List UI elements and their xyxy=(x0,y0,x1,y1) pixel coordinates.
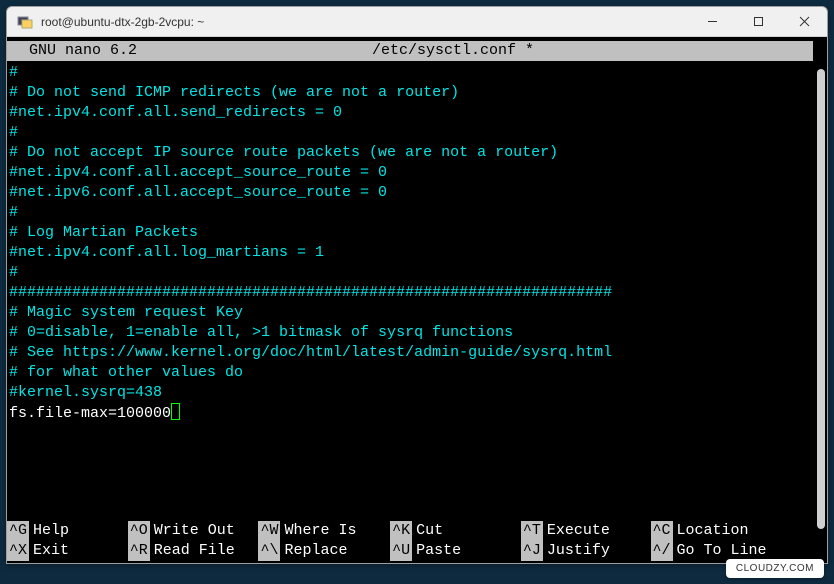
shortcut-item: ^GHelp xyxy=(7,521,128,541)
terminal[interactable]: GNU nano 6.2 /etc/sysctl.conf * ## Do no… xyxy=(7,37,827,563)
shortcut-key: ^X xyxy=(7,541,29,561)
shortcut-label: Cut xyxy=(412,521,443,541)
shortcut-key: ^R xyxy=(128,541,150,561)
shortcut-key: ^G xyxy=(7,521,29,541)
titlebar[interactable]: root@ubuntu-dtx-2gb-2vcpu: ~ xyxy=(7,7,827,37)
editor-line: #net.ipv4.conf.all.log_martians = 1 xyxy=(9,243,813,263)
editor-line: # Magic system request Key xyxy=(9,303,813,323)
editor-line: # Do not accept IP source route packets … xyxy=(9,143,813,163)
editor-line: # xyxy=(9,63,813,83)
shortcut-key: ^W xyxy=(258,521,280,541)
window-controls xyxy=(689,7,827,36)
editor-line: # Do not send ICMP redirects (we are not… xyxy=(9,83,813,103)
editor-line: fs.file-max=100000 xyxy=(9,403,813,424)
putty-icon xyxy=(17,14,33,30)
nano-shortcuts: ^GHelp^OWrite Out^WWhere Is^KCut^TExecut… xyxy=(7,521,799,561)
editor-line: # for what other values do xyxy=(9,363,813,383)
shortcut-key: ^C xyxy=(651,521,673,541)
shortcut-key: ^O xyxy=(128,521,150,541)
nano-file-label: /etc/sysctl.conf * xyxy=(137,41,769,61)
shortcut-key: ^T xyxy=(521,521,543,541)
nano-app-label: GNU nano 6.2 xyxy=(11,41,137,61)
shortcut-item: ^TExecute xyxy=(521,521,651,541)
editor-line: # xyxy=(9,203,813,223)
editor-content[interactable]: ## Do not send ICMP redirects (we are no… xyxy=(7,61,813,424)
editor-line: # Log Martian Packets xyxy=(9,223,813,243)
window-title: root@ubuntu-dtx-2gb-2vcpu: ~ xyxy=(41,15,689,29)
scroll-thumb[interactable] xyxy=(817,69,825,529)
close-button[interactable] xyxy=(781,7,827,36)
shortcut-label: Read File xyxy=(150,541,235,561)
cursor xyxy=(171,403,180,420)
shortcut-label: Location xyxy=(673,521,749,541)
shortcut-key: ^U xyxy=(390,541,412,561)
shortcut-item: ^KCut xyxy=(390,521,521,541)
shortcut-key: ^K xyxy=(390,521,412,541)
editor-line: #net.ipv4.conf.all.accept_source_route =… xyxy=(9,163,813,183)
scrollbar[interactable] xyxy=(815,41,825,559)
shortcut-label: Where Is xyxy=(280,521,356,541)
shortcut-label: Justify xyxy=(543,541,610,561)
editor-line: ########################################… xyxy=(9,283,813,303)
shortcut-item: ^XExit xyxy=(7,541,128,561)
shortcut-label: Write Out xyxy=(150,521,235,541)
shortcut-item: ^OWrite Out xyxy=(128,521,259,541)
maximize-button[interactable] xyxy=(735,7,781,36)
editor-line: #kernel.sysrq=438 xyxy=(9,383,813,403)
minimize-button[interactable] xyxy=(689,7,735,36)
shortcut-item: ^WWhere Is xyxy=(258,521,390,541)
editor-line: # 0=disable, 1=enable all, >1 bitmask of… xyxy=(9,323,813,343)
watermark: CLOUDZY.COM xyxy=(726,559,824,578)
shortcut-item: ^\Replace xyxy=(258,541,390,561)
shortcut-label: Go To Line xyxy=(673,541,767,561)
shortcut-key: ^/ xyxy=(651,541,673,561)
shortcut-item: ^CLocation xyxy=(651,521,800,541)
shortcut-label: Help xyxy=(29,521,69,541)
shortcut-label: Paste xyxy=(412,541,461,561)
shortcut-item: ^JJustify xyxy=(521,541,651,561)
shortcut-item: ^RRead File xyxy=(128,541,259,561)
shortcut-item: ^UPaste xyxy=(390,541,521,561)
shortcut-label: Exit xyxy=(29,541,69,561)
nano-header: GNU nano 6.2 /etc/sysctl.conf * xyxy=(7,41,813,61)
editor-line: # xyxy=(9,123,813,143)
editor-line: #net.ipv4.conf.all.send_redirects = 0 xyxy=(9,103,813,123)
editor-line: # See https://www.kernel.org/doc/html/la… xyxy=(9,343,813,363)
putty-window: root@ubuntu-dtx-2gb-2vcpu: ~ GNU nano 6.… xyxy=(6,6,828,564)
shortcut-key: ^J xyxy=(521,541,543,561)
editor-line: # xyxy=(9,263,813,283)
shortcut-label: Replace xyxy=(280,541,347,561)
editor-line: #net.ipv6.conf.all.accept_source_route =… xyxy=(9,183,813,203)
shortcut-label: Execute xyxy=(543,521,610,541)
shortcut-item: ^/Go To Line xyxy=(651,541,800,561)
shortcut-key: ^\ xyxy=(258,541,280,561)
